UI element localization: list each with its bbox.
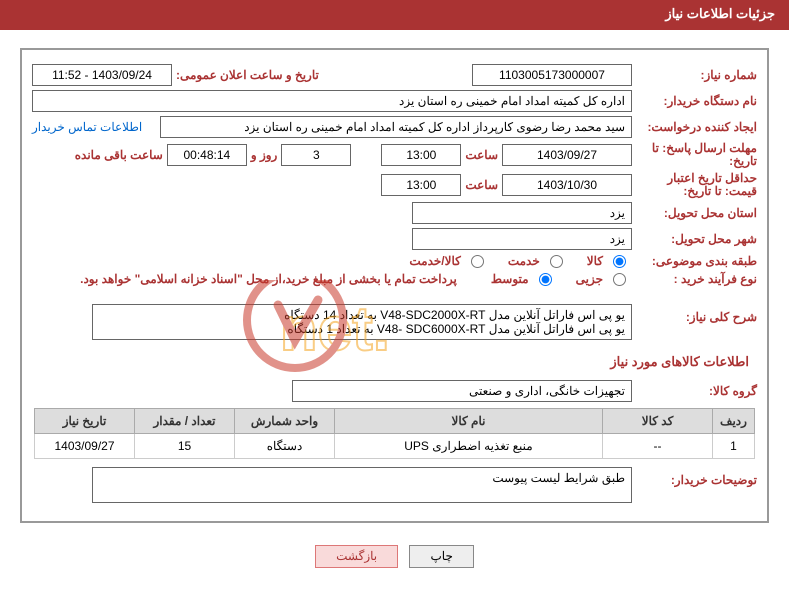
deadline-date: 1403/09/27 — [502, 144, 632, 166]
deadline-days: 3 — [281, 144, 351, 166]
announce-value: 1403/09/24 - 11:52 — [32, 64, 172, 86]
city-label: شهر محل تحویل: — [632, 232, 757, 246]
table-row: 1 -- منبع تغذیه اضطراری UPS دستگاه 15 14… — [35, 434, 755, 459]
overall-desc-label: شرح کلی نیاز: — [632, 304, 757, 324]
process-opt2: متوسط — [473, 272, 529, 286]
validity-label: حداقل تاریخ اعتبار قیمت: تا تاریخ: — [632, 172, 757, 198]
overall-desc-line1: یو پی اس فاراتل آنلاین مدل V48-SDC2000X-… — [99, 308, 625, 322]
category-radio-service[interactable] — [550, 255, 563, 268]
td-qty: 15 — [135, 434, 235, 459]
print-button[interactable]: چاپ — [409, 545, 473, 568]
category-opt3: کالا/خدمت — [391, 254, 460, 268]
deadline-time: 13:00 — [381, 144, 461, 166]
th-row: ردیف — [713, 409, 755, 434]
th-name: نام کالا — [335, 409, 603, 434]
td-name: منبع تغذیه اضطراری UPS — [335, 434, 603, 459]
table-header-row: ردیف کد کالا نام کالا واحد شمارش تعداد /… — [35, 409, 755, 434]
province-label: استان محل تحویل: — [632, 206, 757, 220]
deadline-days-label: روز و — [247, 148, 282, 162]
requester-value: سید محمد رضا رضوی کارپرداز اداره کل کمیت… — [160, 116, 632, 138]
announce-label: تاریخ و ساعت اعلان عمومی: — [172, 68, 323, 82]
category-radio-goods[interactable] — [613, 255, 626, 268]
validity-time-label: ساعت — [461, 178, 502, 192]
details-panel: شماره نیاز: 1103005173000007 تاریخ و ساع… — [20, 48, 769, 523]
need-number-label: شماره نیاز: — [632, 68, 757, 82]
overall-desc-box: یو پی اس فاراتل آنلاین مدل V48-SDC2000X-… — [92, 304, 632, 340]
back-button[interactable]: بازگشت — [315, 545, 398, 568]
validity-date: 1403/10/30 — [502, 174, 632, 196]
deadline-remain: 00:48:14 — [167, 144, 247, 166]
process-opt1: جزیی — [558, 272, 603, 286]
category-radio-both[interactable] — [471, 255, 484, 268]
deadline-remain-label: ساعت باقی مانده — [71, 148, 167, 162]
process-radio-medium[interactable] — [539, 273, 552, 286]
td-unit: دستگاه — [235, 434, 335, 459]
province-value: یزد — [412, 202, 632, 224]
td-code: -- — [603, 434, 713, 459]
city-value: یزد — [412, 228, 632, 250]
buyer-notes-value: طبق شرایط لیست پیوست — [92, 467, 632, 503]
overall-desc-line2: یو پی اس فاراتل آنلاین مدل V48- SDC6000X… — [99, 322, 625, 336]
buyer-notes-label: توضیحات خریدار: — [632, 467, 757, 487]
th-code: کد کالا — [603, 409, 713, 434]
buyer-label: نام دستگاه خریدار: — [632, 94, 757, 108]
validity-time: 13:00 — [381, 174, 461, 196]
category-opt2: خدمت — [490, 254, 540, 268]
deadline-label: مهلت ارسال پاسخ: تا تاریخ: — [632, 142, 757, 168]
goods-group-label: گروه کالا: — [632, 384, 757, 398]
need-number-value: 1103005173000007 — [472, 64, 632, 86]
deadline-time-label: ساعت — [461, 148, 502, 162]
category-opt1: کالا — [569, 254, 603, 268]
requester-label: ایجاد کننده درخواست: — [632, 120, 757, 134]
category-label: طبقه بندی موضوعی: — [632, 254, 757, 268]
buyer-value: اداره کل کمیته امداد امام خمینی ره استان… — [32, 90, 632, 112]
process-note: پرداخت تمام یا بخشی از مبلغ خرید،از محل … — [80, 272, 467, 286]
footer-buttons: چاپ بازگشت — [8, 533, 781, 580]
th-date: تاریخ نیاز — [35, 409, 135, 434]
process-radio-minor[interactable] — [613, 273, 626, 286]
td-row: 1 — [713, 434, 755, 459]
th-qty: تعداد / مقدار — [135, 409, 235, 434]
section-goods-title: اطلاعات کالاهای مورد نیاز — [22, 344, 767, 376]
th-unit: واحد شمارش — [235, 409, 335, 434]
goods-group-value: تجهیزات خانگی، اداری و صنعتی — [292, 380, 632, 402]
contact-link[interactable]: اطلاعات تماس خریدار — [32, 120, 160, 134]
page-title: جزئیات اطلاعات نیاز — [0, 0, 789, 28]
td-date: 1403/09/27 — [35, 434, 135, 459]
process-label: نوع فرآیند خرید : — [632, 272, 757, 286]
items-table: ردیف کد کالا نام کالا واحد شمارش تعداد /… — [34, 408, 755, 459]
